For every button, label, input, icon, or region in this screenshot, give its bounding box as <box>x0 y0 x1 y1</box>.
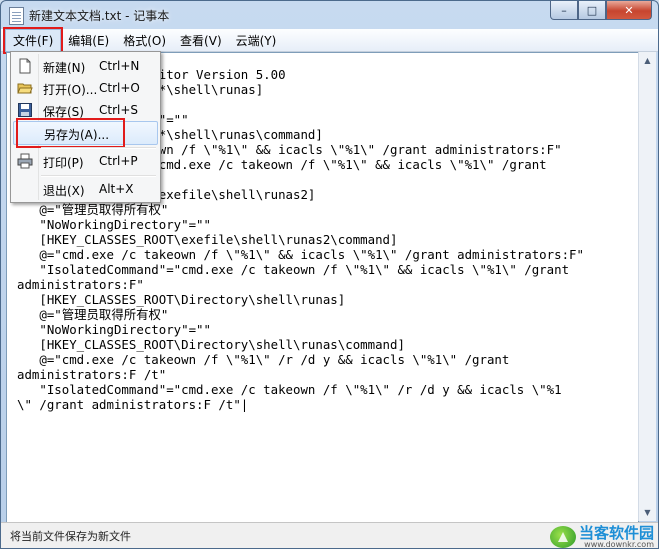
window-controls: – □ ✕ <box>550 1 652 20</box>
notepad-window: 新建文本文档.txt - 记事本 – □ ✕ 文件(F) 编辑(E) 格式(O)… <box>0 0 659 549</box>
window-title: 新建文本文档.txt - 记事本 <box>29 9 170 23</box>
open-folder-icon <box>17 80 33 96</box>
watermark-logo-icon <box>549 526 576 548</box>
menu-item-save-shortcut: Ctrl+S <box>99 103 139 117</box>
menu-item-open-shortcut: Ctrl+O <box>99 81 140 95</box>
menu-item-exit-label: 退出(X) <box>43 184 85 198</box>
maximize-button[interactable]: □ <box>578 1 606 20</box>
menu-edit[interactable]: 编辑(E) <box>61 30 116 51</box>
watermark-url: www.downkr.com <box>584 540 654 549</box>
menu-item-print-label: 打印(P) <box>43 156 84 170</box>
save-disk-icon <box>17 102 33 118</box>
watermark-name: 当客软件园 <box>578 524 654 542</box>
menu-format[interactable]: 格式(O) <box>116 30 173 51</box>
menu-item-save-as[interactable]: 另存为(A)... <box>13 118 158 148</box>
new-file-icon <box>17 58 33 74</box>
menu-item-print-shortcut: Ctrl+P <box>99 154 138 168</box>
menu-item-exit-shortcut: Alt+X <box>99 182 134 196</box>
menu-item-save-as-label: 另存为(A)... <box>44 128 110 142</box>
printer-icon <box>17 153 33 169</box>
menu-item-open-label: 打开(O)... <box>43 83 98 97</box>
minimize-button[interactable]: – <box>550 1 578 20</box>
status-text: 将当前文件保存为新文件 <box>10 530 131 543</box>
watermark: 当客软件园 www.downkr.com <box>549 524 654 549</box>
menu-file[interactable]: 文件(F) <box>2 26 64 54</box>
watermark-text: 当客软件园 www.downkr.com <box>578 524 654 549</box>
title-bar[interactable]: 新建文本文档.txt - 记事本 – □ ✕ <box>1 1 658 29</box>
menu-item-new-shortcut: Ctrl+N <box>99 59 140 73</box>
menu-item-open[interactable]: 打开(O)... Ctrl+O <box>13 77 158 99</box>
menu-separator <box>41 147 156 149</box>
menu-bar: 文件(F) 编辑(E) 格式(O) 查看(V) 云端(Y) <box>1 26 658 54</box>
vertical-scrollbar[interactable]: ▲ ▼ <box>638 52 656 521</box>
scroll-down-arrow-icon[interactable]: ▼ <box>639 504 656 521</box>
file-menu-dropdown: 新建(N) Ctrl+N 打开(O)... Ctrl+O 保存(S) Ctrl+… <box>10 51 161 203</box>
menu-item-print[interactable]: 打印(P) Ctrl+P <box>13 150 158 172</box>
menu-separator <box>41 175 156 177</box>
menu-view[interactable]: 查看(V) <box>173 30 229 51</box>
status-bar: 将当前文件保存为新文件 当客软件园 www.downkr.com <box>1 522 658 549</box>
menu-item-new-label: 新建(N) <box>43 61 86 75</box>
menu-item-new[interactable]: 新建(N) Ctrl+N <box>13 55 158 77</box>
notepad-icon <box>9 7 24 25</box>
scroll-up-arrow-icon[interactable]: ▲ <box>639 52 656 69</box>
menu-cloud[interactable]: 云端(Y) <box>229 30 284 51</box>
menu-item-exit[interactable]: 退出(X) Alt+X <box>13 178 158 200</box>
close-button[interactable]: ✕ <box>606 1 652 20</box>
